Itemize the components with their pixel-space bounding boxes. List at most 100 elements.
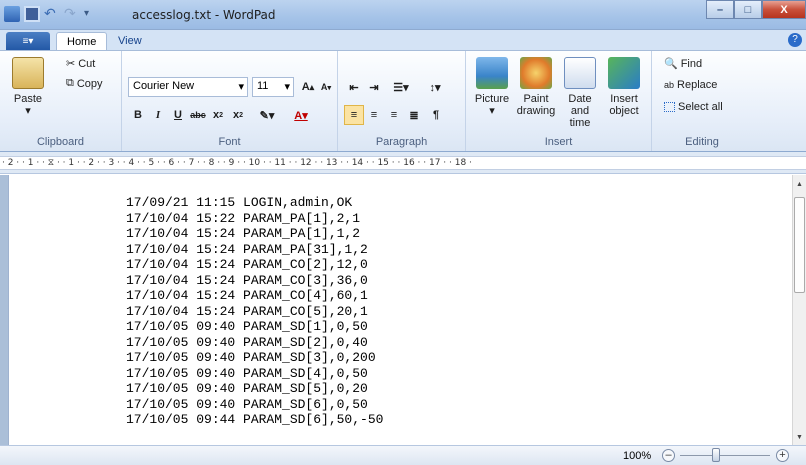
select-all-button[interactable]: Select all xyxy=(664,101,723,113)
ruler-scale: · 2 · · 1 · · ⧖ · · 1 · · 2 · · 3 · · 4 … xyxy=(0,156,806,170)
paint-drawing-button[interactable]: Paint drawing xyxy=(514,57,558,117)
clipboard-group: Paste ▾ ✂ Cut ⧉ Copy Clipboard xyxy=(0,51,122,151)
title-bar: ↶ ↷ ▾ accesslog.txt - WordPad – □ X xyxy=(0,0,806,30)
document-line: 17/10/05 09:40 PARAM_SD[1],0,50 xyxy=(126,319,368,334)
paint-drawing-label-line1: Paint xyxy=(523,93,549,105)
font-group: Courier New ▾ 11 ▾ A ▴ A ▾ B I U abc x2 x2 ✎… xyxy=(122,51,338,151)
select-all-label: Select all xyxy=(678,101,723,113)
grow-font-icon[interactable]: A ▴ xyxy=(298,77,318,97)
picture-label: Picture xyxy=(474,93,510,105)
document-line: 17/10/05 09:40 PARAM_SD[3],0,200 xyxy=(126,350,376,365)
document-line: 17/10/05 09:40 PARAM_SD[2],0,40 xyxy=(126,334,368,350)
zoom-slider-thumb[interactable] xyxy=(712,448,720,462)
underline-icon[interactable]: U xyxy=(168,105,188,125)
document-line: 17/10/04 15:24 PARAM_CO[5],20,1 xyxy=(126,303,368,319)
document-line: 17/10/04 15:24 PARAM_PA[31],1,2 xyxy=(126,241,368,257)
document-line: 17/10/04 15:24 PARAM_CO[2],12,0 xyxy=(126,257,368,272)
clipboard-group-label: Clipboard xyxy=(36,136,85,148)
save-icon[interactable] xyxy=(24,6,40,22)
help-icon[interactable]: ? xyxy=(788,33,802,47)
insert-object-label-line2: object xyxy=(609,105,639,117)
zoom-slider-track[interactable] xyxy=(680,455,770,456)
replace-icon: ab xyxy=(664,80,675,90)
align-right-icon[interactable]: ≡ xyxy=(384,105,404,125)
paint-drawing-label-line2: drawing xyxy=(516,105,556,117)
document-line: 17/10/05 09:40 PARAM_SD[4],0,50 xyxy=(126,365,368,381)
paste-dropdown-icon: ▾ xyxy=(25,105,31,117)
insert-object-label-line1: Insert xyxy=(610,93,638,105)
align-center-icon[interactable]: ≡ xyxy=(364,105,384,125)
insert-group: Picture ▾ Paint drawing Date and time Inser… xyxy=(466,51,652,151)
tab-home[interactable]: Home xyxy=(56,32,108,50)
document-line: 17/09/21 11:15 LOGIN,admin,OK xyxy=(126,195,353,210)
customize-qat-icon[interactable]: ▾ xyxy=(84,6,100,22)
scroll-up-arrow-icon[interactable]: ▲ xyxy=(796,181,803,188)
copy-label: Copy xyxy=(76,77,103,90)
zoom-out-button[interactable]: – xyxy=(662,449,675,462)
paragraph-settings-icon[interactable]: ¶ xyxy=(426,105,446,125)
quick-access-toolbar: ↶ ↷ ▾ xyxy=(4,6,100,22)
date-time-button[interactable]: Date and time xyxy=(558,57,602,129)
highlight-color-icon[interactable]: ✎▾ xyxy=(252,105,282,125)
document-line: 17/10/04 15:24 PARAM_CO[4],60,1 xyxy=(126,288,368,303)
find-button[interactable]: 🔍 Find xyxy=(664,57,703,71)
font-family-value: Courier New xyxy=(133,80,195,92)
zoom-level: 100% xyxy=(623,450,652,462)
subscript-icon[interactable]: x2 xyxy=(208,105,228,125)
ribbon-tabs: ≡▾ Home View ? xyxy=(0,30,806,50)
font-size-select[interactable]: 11 ▾ xyxy=(252,77,294,97)
ruler[interactable]: · 2 · · 1 · · ⧖ · · 1 · · 2 · · 3 · · 4 … xyxy=(0,152,806,174)
scrollbar-thumb[interactable] xyxy=(794,197,805,293)
cut-icon: ✂ xyxy=(66,58,76,70)
cut-button[interactable]: ✂ Cut xyxy=(66,57,95,71)
font-family-select[interactable]: Courier New ▾ xyxy=(128,77,248,97)
ribbon: Paste ▾ ✂ Cut ⧉ Copy Clipboard Courier New ▾… xyxy=(0,50,806,152)
document-page[interactable]: 17/09/21 11:15 LOGIN,admin,OK 17/10/04 15… xyxy=(8,175,792,445)
editing-group: 🔍 Find ab Replace Select all Editing xyxy=(652,51,752,151)
bold-icon[interactable]: B xyxy=(128,105,148,125)
maximize-button[interactable]: □ xyxy=(734,0,762,19)
scroll-down-arrow-icon[interactable]: ▼ xyxy=(796,434,803,441)
align-left-icon[interactable]: ≡ xyxy=(344,105,364,125)
copy-button[interactable]: ⧉ Copy xyxy=(66,77,103,90)
date-time-label-line2: time xyxy=(569,117,591,129)
chevron-down-icon: ▾ xyxy=(238,81,244,93)
paste-button[interactable]: Paste ▾ xyxy=(6,57,50,117)
date-time-label-line1: Date and xyxy=(568,93,592,117)
document-text[interactable]: 17/09/21 11:15 LOGIN,admin,OK 17/10/04 15… xyxy=(126,195,383,428)
vertical-scrollbar[interactable]: ▲ ▼ xyxy=(792,175,806,445)
calendar-clock-icon xyxy=(564,57,596,89)
wordpad-app-icon[interactable] xyxy=(4,6,20,22)
justify-icon[interactable]: ≣ xyxy=(404,105,424,125)
status-bar: 100% – + xyxy=(0,445,806,465)
italic-icon[interactable]: I xyxy=(148,105,168,125)
paragraph-group: ⇤ ⇥ ☰▾ ↕▾ ≡ ≡ ≡ ≣ ¶ Paragraph xyxy=(338,51,466,151)
strikethrough-icon[interactable]: abc xyxy=(188,105,208,125)
zoom-in-button[interactable]: + xyxy=(776,449,789,462)
document-line: 17/10/05 09:44 PARAM_SD[6],50,-50 xyxy=(126,412,384,427)
redo-icon[interactable]: ↷ xyxy=(64,6,80,22)
insert-object-button[interactable]: Insert object xyxy=(602,57,646,117)
close-button[interactable]: X xyxy=(762,0,806,19)
picture-button[interactable]: Picture ▾ xyxy=(470,57,514,117)
increase-indent-icon[interactable]: ⇥ xyxy=(364,77,384,97)
insert-group-label: Insert xyxy=(544,136,573,148)
paint-palette-icon xyxy=(520,57,552,89)
decrease-indent-icon[interactable]: ⇤ xyxy=(344,77,364,97)
superscript-icon[interactable]: x2 xyxy=(228,105,248,125)
editing-group-label: Editing xyxy=(685,136,719,148)
tab-view[interactable]: View xyxy=(108,32,152,50)
find-label: Find xyxy=(680,57,703,70)
document-line: 17/10/04 15:24 PARAM_CO[3],36,0 xyxy=(126,272,368,288)
replace-button[interactable]: ab Replace xyxy=(664,79,717,91)
picture-icon xyxy=(476,57,508,89)
undo-icon[interactable]: ↶ xyxy=(44,6,60,22)
document-line: 17/10/04 15:22 PARAM_PA[1],2,1 xyxy=(126,210,361,226)
line-spacing-icon[interactable]: ↕▾ xyxy=(420,77,450,97)
document-line: 17/10/05 09:40 PARAM_SD[5],0,20 xyxy=(126,381,368,396)
file-menu-button[interactable]: ≡▾ xyxy=(6,32,50,50)
minimize-button[interactable]: – xyxy=(706,0,734,19)
font-color-icon[interactable]: A▾ xyxy=(286,105,316,125)
shrink-font-icon[interactable]: A ▾ xyxy=(316,77,336,97)
bullets-icon[interactable]: ☰▾ xyxy=(386,77,416,97)
